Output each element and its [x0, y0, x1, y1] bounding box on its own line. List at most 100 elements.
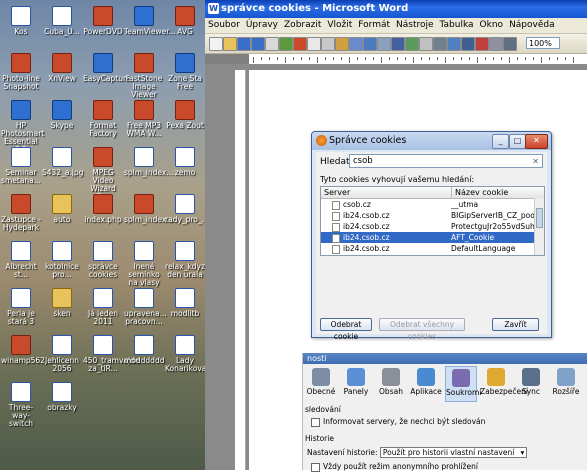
search-input[interactable]: csob ✕ [349, 154, 543, 168]
desktop-icon[interactable]: Seminar smetana... [1, 147, 41, 185]
toolbar-button[interactable] [209, 37, 223, 51]
desktop-icon[interactable]: splm_index... [124, 194, 173, 224]
desktop-icon[interactable]: Pexa Zout [165, 100, 205, 130]
desktop-icon[interactable]: Zastupce - Hydepark [1, 194, 41, 232]
options-tab[interactable]: Panely [340, 366, 372, 402]
desktop-icon[interactable]: relax_kdyz den uraia [165, 241, 205, 279]
cookie-row[interactable]: csob.cz __utma [321, 199, 544, 210]
remove-all-cookies-button[interactable]: Odebrat všechny cookies [379, 318, 465, 341]
desktop-icon[interactable]: HP Photosmart Essential 3.5 [1, 100, 44, 154]
toolbar-button[interactable] [279, 37, 293, 51]
desktop-icon[interactable]: Format Factory [83, 100, 123, 138]
toolbar-button[interactable] [447, 37, 461, 51]
toolbar-button[interactable] [503, 37, 517, 51]
desktop-icon[interactable]: správce cookies [83, 241, 123, 279]
menu-item[interactable]: Nástroje [393, 20, 437, 30]
column-name-header[interactable]: Název cookie [451, 187, 508, 198]
menu-item[interactable]: Nápověda [506, 20, 558, 30]
minimize-button[interactable]: _ [492, 134, 509, 149]
maximize-button[interactable]: □ [509, 134, 526, 149]
desktop-icon[interactable]: modddddd [124, 335, 164, 365]
menu-item[interactable]: Soubor [205, 20, 243, 30]
desktop-icon[interactable]: modlitb [165, 288, 205, 318]
toolbar-button[interactable] [349, 37, 363, 51]
word-title-bar[interactable]: W správce cookies - Microsoft Word [205, 0, 587, 18]
cookie-row[interactable]: ib24.csob.cz BIGipServerIB_CZ_pool [321, 210, 544, 221]
toolbar-button[interactable] [419, 37, 433, 51]
desktop-icon[interactable]: rady_pro_... [165, 194, 205, 224]
scrollbar-thumb[interactable] [536, 208, 543, 228]
cookie-table-scrollbar[interactable] [534, 198, 544, 255]
toolbar-button[interactable] [335, 37, 349, 51]
column-server-header[interactable]: Server [324, 187, 350, 198]
cookie-row[interactable]: ib24.csob.cz ProtectguJr2o55vdSuhjbj [321, 221, 544, 232]
desktop-icon[interactable]: kotolnice pro... [42, 241, 82, 279]
desktop-icon[interactable]: Zone Sta Free [165, 53, 205, 91]
cookie-row[interactable]: ib24.csob.cz DefaultLanguage [321, 243, 544, 254]
dnt-checkbox[interactable] [311, 417, 320, 427]
desktop-icon[interactable]: MPEG Video Wizard D... [83, 147, 123, 201]
options-tab[interactable]: Obecné [305, 366, 337, 402]
dialog-title-bar[interactable]: Správce cookies _ □ ✕ [312, 132, 551, 150]
toolbar-button[interactable] [377, 37, 391, 51]
toolbar-button[interactable] [237, 37, 251, 51]
desktop-icon[interactable]: FastStone Image Viewer [124, 53, 164, 99]
desktop-icon[interactable]: Cuba_U... [42, 6, 82, 36]
close-button[interactable]: ✕ [525, 134, 548, 149]
menu-item[interactable]: Úpravy [243, 20, 281, 30]
toolbar-button[interactable] [321, 37, 335, 51]
desktop-icon[interactable]: Skype [42, 100, 82, 130]
desktop-icon[interactable]: Lady Konarikova [165, 335, 205, 373]
toolbar-button[interactable] [223, 37, 237, 51]
options-tab[interactable]: Rozšíře [550, 366, 582, 402]
desktop-icon[interactable]: S432_a.jpg [42, 147, 83, 177]
desktop-icon[interactable]: upravena... pracovn... [124, 288, 167, 326]
desktop-icon[interactable]: index.php [83, 194, 123, 224]
desktop-icon[interactable]: Albrecht st... [1, 241, 41, 279]
toolbar-button[interactable] [307, 37, 321, 51]
desktop-icon[interactable]: EasyCapture [83, 53, 131, 83]
options-tab[interactable]: Soukromí [445, 366, 481, 402]
desktop-icon[interactable]: Perla je stará 3 [1, 288, 41, 326]
toolbar-button[interactable] [391, 37, 405, 51]
desktop-icon[interactable]: Three-way-switch [1, 382, 41, 428]
toolbar-button[interactable] [405, 37, 419, 51]
clear-search-icon[interactable]: ✕ [532, 156, 539, 168]
options-tab[interactable]: Zabezpečení [480, 366, 528, 402]
options-tab[interactable]: Sync [515, 366, 547, 402]
toolbar-button[interactable] [251, 37, 265, 51]
cookie-row[interactable]: ib24.csob.cz AFT_Cookie [321, 232, 544, 243]
toolbar-button[interactable] [293, 37, 307, 51]
history-setting-select[interactable]: Použít pro historii vlastní nastavení ▾ [379, 447, 528, 458]
desktop-icon[interactable]: obrazky [42, 382, 82, 412]
desktop-icon[interactable]: auto [42, 194, 82, 224]
desktop-icon[interactable]: Photo-line Snapshot [1, 53, 41, 91]
desktop-icon[interactable]: PowerDVD [83, 6, 123, 36]
close-dialog-button[interactable]: Zavřít [492, 318, 539, 331]
dnt-option[interactable]: Informovat servery, že nechci být sledov… [311, 417, 485, 427]
desktop-icon[interactable]: splm_index... [124, 147, 173, 177]
desktop-icon[interactable]: winamp562... [1, 335, 52, 365]
toolbar-button[interactable] [433, 37, 447, 51]
menu-item[interactable]: Formát [355, 20, 393, 30]
desktop-icon[interactable]: Jehlicenn 2056 [42, 335, 82, 373]
desktop-icon[interactable]: zemo [165, 147, 205, 177]
desktop-icon[interactable]: Kos [1, 6, 41, 36]
options-tab[interactable]: Obsah [375, 366, 407, 402]
zoom-select[interactable]: 100% [526, 37, 560, 49]
private-browsing-checkbox[interactable] [311, 462, 320, 472]
desktop-icon[interactable]: Já leden 2011 [83, 288, 123, 326]
toolbar-button[interactable] [489, 37, 503, 51]
menu-item[interactable]: Zobrazit [281, 20, 324, 30]
desktop-icon[interactable]: sken [42, 288, 82, 318]
desktop-icon[interactable]: 450_tramvajde za_tiR... [83, 335, 139, 373]
toolbar-button[interactable] [475, 37, 489, 51]
menu-item[interactable]: Tabulka [437, 20, 477, 30]
toolbar-button[interactable] [265, 37, 279, 51]
options-tab[interactable]: Aplikace [410, 366, 442, 402]
menu-item[interactable]: Okno [477, 20, 507, 30]
remove-cookie-button[interactable]: Odebrat cookie [320, 318, 372, 341]
desktop-icon[interactable]: lnené semínko na vlasy [124, 241, 164, 287]
menu-item[interactable]: Vložit [324, 20, 355, 30]
toolbar-button[interactable] [461, 37, 475, 51]
